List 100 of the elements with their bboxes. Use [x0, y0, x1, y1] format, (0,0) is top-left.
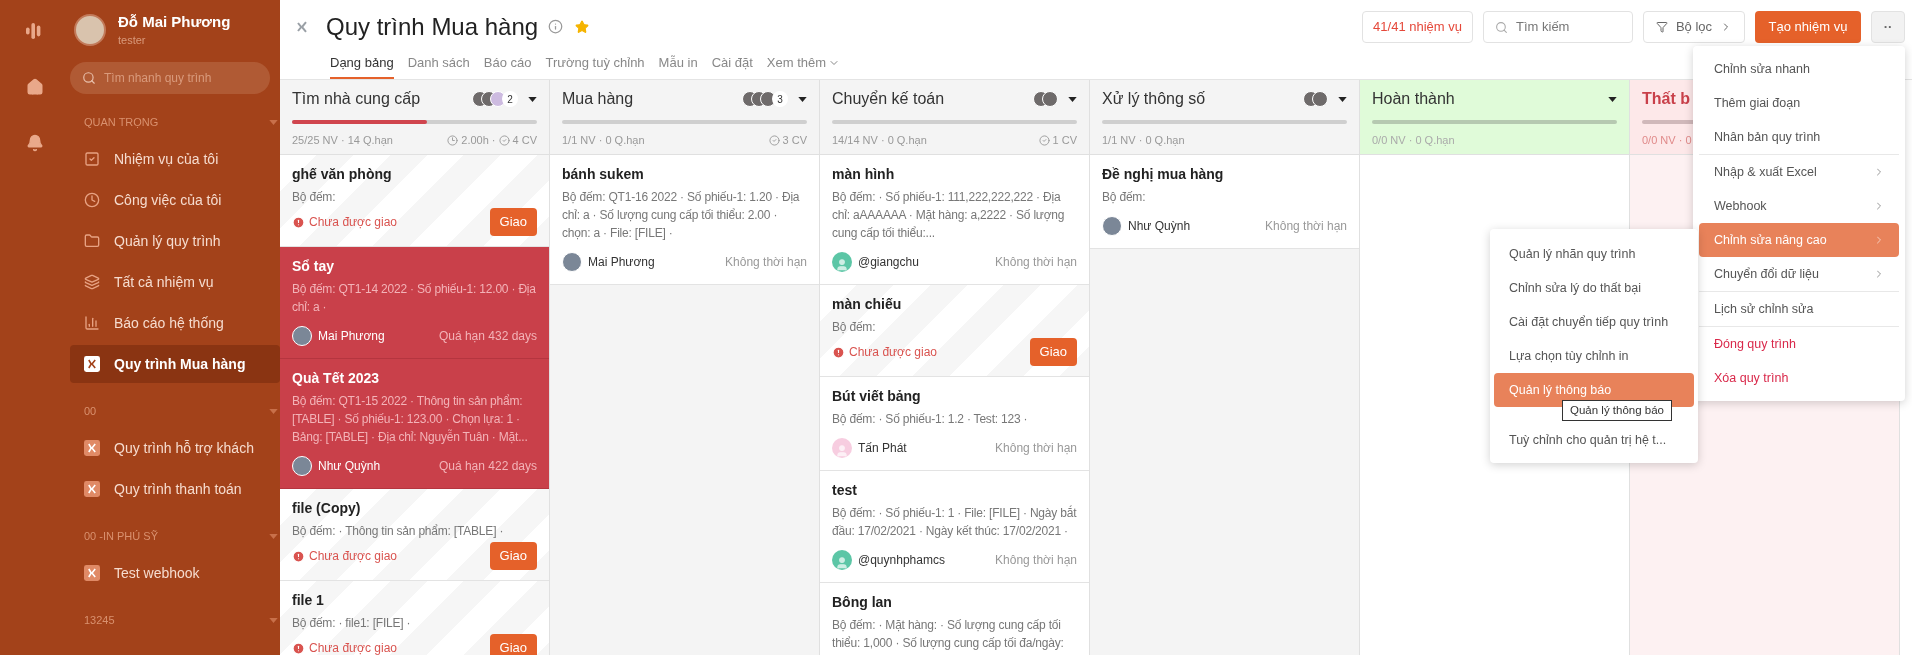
tab[interactable]: Báo cáo [483, 53, 532, 79]
menu-item[interactable]: Webhook [1699, 189, 1899, 223]
task-card[interactable]: Sổ tay Bộ đếm: QT1-14 2022 · Số phiếu-1: 12.00 · Địa chỉ: a · Mai Phương Quá hạn 432 days [280, 247, 549, 359]
sidebar-item[interactable]: Quản lý quy trình [70, 222, 280, 260]
sidebar-item[interactable]: Quy trình thanh toán [70, 470, 280, 508]
tooltip: Quản lý thông báo [1562, 400, 1672, 422]
sidebar-item[interactable]: Báo cáo hệ thống [70, 304, 280, 342]
status-text: Chưa được giao [309, 214, 397, 231]
task-card[interactable]: Bông lan Bộ đếm: · Mặt hàng: · Số lượng cung cấp tối thiểu: 1,000 · Số lượng cung cấp tối đa/ngày: [820, 583, 1089, 655]
column-stats: 0/0 NV · 0 Q.hạn [1372, 133, 1455, 148]
tab[interactable]: Trường tuỳ chỉnh [545, 53, 645, 79]
task-card[interactable]: test Bộ đếm: · Số phiếu-1: 1 · File: [FILE] · Ngày bắt đầu: 17/02/2021 · Ngày kết thúc: 17/02/2021 · @quynhphamcs Không thời hạn [820, 471, 1089, 583]
assign-button[interactable]: Giao [489, 634, 537, 655]
caret-icon[interactable] [798, 96, 807, 102]
caret-icon[interactable] [1068, 96, 1077, 102]
menu-item[interactable]: Thêm giai đoạn [1699, 86, 1899, 120]
card-title: test [832, 481, 858, 499]
sidebar-item[interactable]: Nhiệm vụ của tôi [70, 140, 280, 178]
column-stats: 1/1 NV · 0 Q.hạn [1102, 133, 1185, 148]
create-task-button[interactable]: Tạo nhiệm vụ [1755, 10, 1861, 43]
due-text: Không thời hạn [995, 552, 1077, 569]
menu-item[interactable]: Chỉnh sửa nhanh [1699, 52, 1899, 86]
status-text: Chưa được giao [309, 640, 397, 655]
tab[interactable]: Danh sách [407, 53, 470, 79]
card-title: màn hình [832, 165, 896, 183]
check-circle-icon [1038, 134, 1050, 146]
card-title: ghế văn phòng [292, 165, 393, 183]
card-title: Bông lan [832, 593, 893, 611]
card-title: Sổ tay [292, 257, 335, 275]
search-field[interactable]: Tìm kiếm [1483, 10, 1633, 43]
avatar[interactable] [74, 14, 106, 46]
card-title: Quà Tết 2023 [292, 369, 381, 387]
alert-icon [292, 215, 305, 229]
menu-item[interactable]: Xóa quy trình [1699, 361, 1899, 395]
due-text: Quá hạn 422 days [438, 458, 537, 475]
task-count-button[interactable]: 41/41 nhiệm vụ [1362, 10, 1473, 43]
section-heading: QUAN TRỌNG [84, 114, 159, 130]
menu-item[interactable]: Lịch sử chỉnh sửa [1699, 292, 1899, 326]
sidebar-item[interactable]: Quy trình Mua hàng [70, 345, 280, 383]
status-text: Chưa được giao [309, 548, 397, 565]
menu-item[interactable]: Quản lý thông báo [1494, 373, 1694, 407]
card-details: Bộ đếm: [292, 189, 337, 206]
assign-button[interactable]: Giao [489, 542, 537, 570]
caret-icon[interactable] [528, 96, 537, 102]
tab[interactable]: Mẫu in [658, 53, 698, 79]
cv-count: 4 CV [512, 133, 537, 148]
task-card[interactable]: file 1 Bộ đếm: · file1: [FILE] · Chưa được giao Giao [280, 581, 549, 655]
assign-button[interactable]: Giao [1029, 338, 1077, 366]
caret-icon[interactable] [1338, 96, 1347, 102]
home-icon[interactable] [26, 78, 44, 96]
tab[interactable]: Cài đặt [711, 53, 753, 79]
card-details: Bộ đếm: · Số phiếu-1: 1 · File: [FILE] · Ngày bắt đầu: 17/02/2021 · Ngày kết thúc: 17/02/2021 · [832, 504, 1077, 540]
menu-item[interactable]: Nhân bản quy trình [1699, 120, 1899, 154]
tab[interactable]: Xem thêm [766, 53, 841, 79]
assignee-name: Tấn Phát [858, 440, 907, 457]
sidebar-item[interactable]: Quy trình hỗ trợ khách [70, 429, 280, 467]
menu-item[interactable]: Chỉnh sửa lý do thất bại [1494, 271, 1694, 305]
menu-item[interactable]: Chuyển đổi dữ liệu [1699, 257, 1899, 291]
card-title: Bút viết bảng [832, 387, 922, 405]
task-card[interactable]: ghế văn phòng Bộ đếm: Chưa được giao Giao [280, 155, 549, 247]
card-details: Bộ đếm: QT1-14 2022 · Số phiếu-1: 12.00 · Địa chỉ: a · [292, 281, 537, 316]
avatar [292, 326, 312, 346]
star-icon[interactable] [575, 19, 590, 34]
assignee-name: Mai Phương [588, 254, 655, 271]
due-text: Không thời hạn [995, 440, 1077, 457]
task-card[interactable]: Quà Tết 2023 Bộ đếm: QT1-15 2022 · Thông tin sản phẩm: [TABLE] · Số phiếu-1: 123.00 · Chọn lựa: 1 · Bảng: [TABLE] · Địa chỉ: Nguyễn Tuân · Mặt... Như Quỳnh Quá hạn 422 days [280, 359, 549, 489]
card-details: Bộ đếm: · Mặt hàng: · Số lượng cung cấp tối thiểu: 1,000 · Số lượng cung cấp tối đa/ngày: [832, 617, 1065, 652]
assignee-name: Mai Phương [318, 328, 385, 345]
sidebar-item[interactable]: Tất cả nhiệm vụ [70, 263, 280, 301]
card-details: Bộ đếm: · Số phiếu-1: 111,222,222,222 · Địa chỉ: aAAAAAA · Mặt hàng: a,2222 · Số lượng cung cấp tối thiểu:... [832, 189, 1066, 242]
assign-button[interactable]: Giao [489, 208, 537, 236]
menu-item[interactable]: Tuỳ chỉnh cho quản trị hệ t... [1494, 423, 1694, 457]
task-card[interactable]: màn chiếu Bộ đếm: Chưa được giao Giao [820, 285, 1089, 377]
search-field[interactable]: Tìm nhanh quy trình [70, 62, 270, 94]
menu-item[interactable]: Nhập & xuất Excel [1699, 155, 1899, 189]
more-button[interactable]: ·· [1871, 10, 1905, 43]
layers-icon [84, 274, 100, 290]
task-card[interactable]: file (Copy) Bộ đếm: · Thông tin sản phẩm: [TABLE] · Chưa được giao Giao [280, 489, 549, 581]
filter-button[interactable]: Bộ lọc [1643, 10, 1745, 43]
menu-item[interactable]: Đóng quy trình [1699, 327, 1899, 361]
task-card[interactable]: Bút viết bảng Bộ đếm: · Số phiếu-1: 1.2 · Test: 123 · Tấn Phát Không thời hạn [820, 377, 1089, 471]
column-title: Thất b [1642, 89, 1690, 109]
info-icon[interactable] [548, 19, 564, 35]
caret-icon[interactable] [1608, 96, 1617, 102]
sidebar-item[interactable]: Công việc của tôi [70, 181, 280, 219]
hours-text: 2.00h · [461, 133, 496, 148]
menu-item[interactable]: Chỉnh sửa nâng cao [1699, 223, 1899, 257]
menu-item[interactable]: Cài đặt chuyển tiếp quy trình [1494, 305, 1694, 339]
user-name: Đỗ Mai Phương [118, 12, 231, 32]
task-card[interactable]: bánh sukem Bộ đếm: QT1-16 2022 · Số phiếu-1: 1.20 · Địa chỉ: a · Số lượng cung cấp tối thiểu: 2.00 · chọn: a · File: [FILE] · Mai Phương Không thời hạn [550, 155, 819, 285]
menu-item[interactable]: Lựa chọn tùy chỉnh in [1494, 339, 1694, 373]
sidebar-item[interactable]: Test webhook [70, 554, 280, 592]
check-circle-icon [768, 134, 780, 146]
task-card[interactable]: Đề nghị mua hàng Bộ đếm: Như Quỳnh Không thời hạn [1090, 155, 1359, 249]
bell-icon[interactable] [26, 134, 44, 152]
task-card[interactable]: màn hình Bộ đếm: · Số phiếu-1: 111,222,222,222 · Địa chỉ: aAAAAAA · Mặt hàng: a,2222 · Số lượng cung cấp tối thiểu:... @giangchu Không thời hạn [820, 155, 1089, 285]
column-title: Chuyển kế toán [832, 89, 945, 109]
card-details: Bộ đếm: · file1: [FILE] · [292, 615, 412, 632]
avatar [562, 252, 582, 272]
menu-item[interactable]: Quản lý nhãn quy trình [1494, 237, 1694, 271]
